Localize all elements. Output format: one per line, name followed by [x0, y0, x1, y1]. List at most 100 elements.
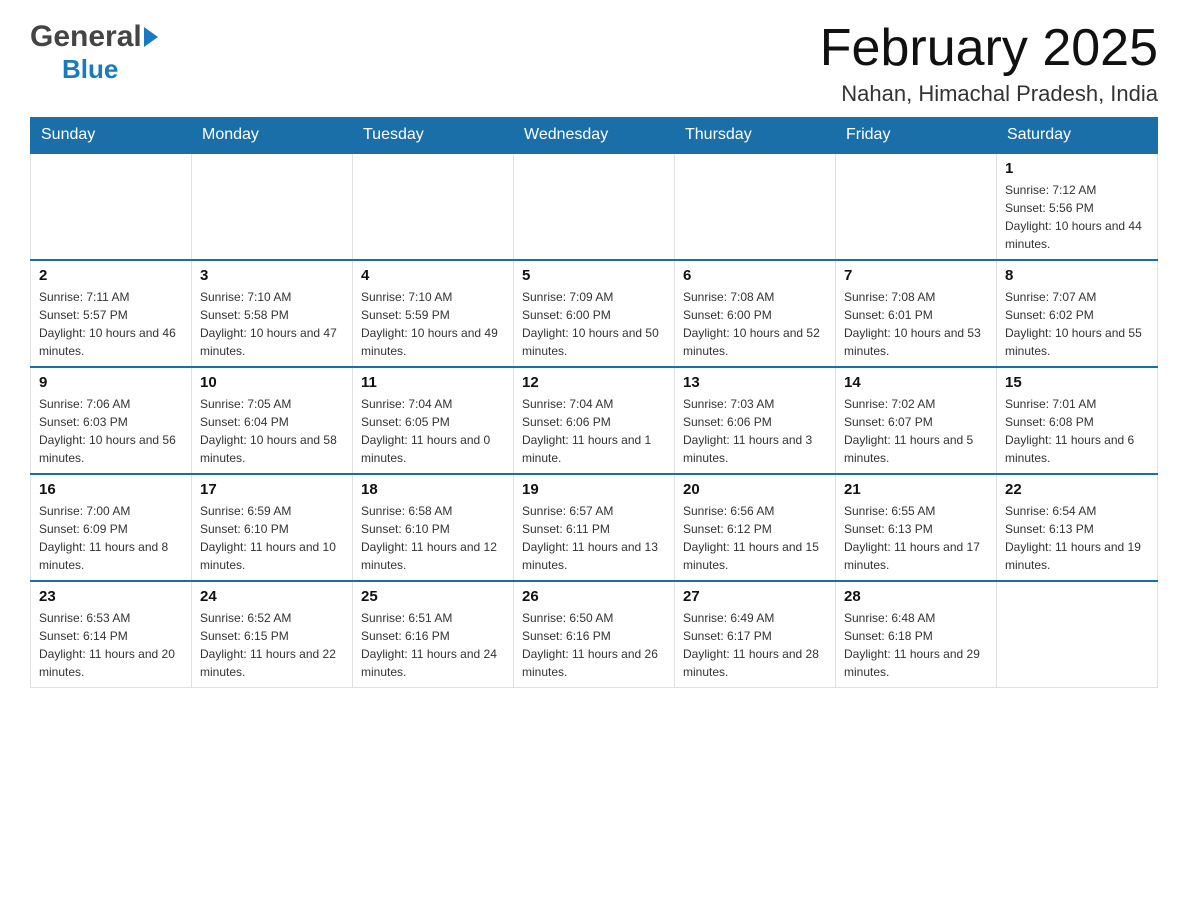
- calendar-cell: 6 Sunrise: 7:08 AM Sunset: 6:00 PM Daylig…: [675, 260, 836, 367]
- day-info: Sunrise: 6:50 AM Sunset: 6:16 PM Dayligh…: [522, 609, 666, 681]
- day-number: 4: [361, 267, 505, 284]
- day-info: Sunrise: 7:03 AM Sunset: 6:06 PM Dayligh…: [683, 395, 827, 467]
- logo-blue-text: Blue: [62, 54, 118, 84]
- day-number: 20: [683, 481, 827, 498]
- day-number: 17: [200, 481, 344, 498]
- day-number: 7: [844, 267, 988, 284]
- day-info: Sunrise: 6:59 AM Sunset: 6:10 PM Dayligh…: [200, 502, 344, 574]
- calendar-cell: 23 Sunrise: 6:53 AM Sunset: 6:14 PM Dayli…: [31, 581, 192, 688]
- day-info: Sunrise: 6:55 AM Sunset: 6:13 PM Dayligh…: [844, 502, 988, 574]
- calendar-header-row: SundayMondayTuesdayWednesdayThursdayFrid…: [31, 118, 1158, 154]
- calendar-cell: [353, 153, 514, 260]
- calendar-cell: 18Sunrise: 6:58 AM Sunset: 6:10 PM Dayli…: [353, 474, 514, 581]
- day-number: 25: [361, 588, 505, 605]
- calendar-cell: [31, 153, 192, 260]
- day-info: Sunrise: 7:08 AM Sunset: 6:01 PM Dayligh…: [844, 288, 988, 360]
- calendar-cell: 24Sunrise: 6:52 AM Sunset: 6:15 PM Dayli…: [192, 581, 353, 688]
- logo-triangle-icon: [144, 27, 158, 47]
- calendar-cell: 16 Sunrise: 7:00 AM Sunset: 6:09 PM Dayli…: [31, 474, 192, 581]
- calendar-cell: 1Sunrise: 7:12 AM Sunset: 5:56 PM Daylig…: [997, 153, 1158, 260]
- calendar-cell: [514, 153, 675, 260]
- location-title: Nahan, Himachal Pradesh, India: [820, 81, 1158, 107]
- day-number: 6: [683, 267, 827, 284]
- calendar-cell: 20 Sunrise: 6:56 AM Sunset: 6:12 PM Dayli…: [675, 474, 836, 581]
- calendar-cell: 25 Sunrise: 6:51 AM Sunset: 6:16 PM Dayli…: [353, 581, 514, 688]
- day-info: Sunrise: 7:11 AM Sunset: 5:57 PM Dayligh…: [39, 288, 183, 360]
- day-number: 19: [522, 481, 666, 498]
- logo-general-text: General: [30, 20, 142, 54]
- calendar-cell: [836, 153, 997, 260]
- day-info: Sunrise: 7:09 AM Sunset: 6:00 PM Dayligh…: [522, 288, 666, 360]
- calendar-cell: 17 Sunrise: 6:59 AM Sunset: 6:10 PM Dayli…: [192, 474, 353, 581]
- calendar-cell: 14Sunrise: 7:02 AM Sunset: 6:07 PM Dayli…: [836, 367, 997, 474]
- calendar-table: SundayMondayTuesdayWednesdayThursdayFrid…: [30, 117, 1158, 688]
- title-block: February 2025 Nahan, Himachal Pradesh, I…: [820, 20, 1158, 107]
- calendar-cell: [192, 153, 353, 260]
- day-info: Sunrise: 6:56 AM Sunset: 6:12 PM Dayligh…: [683, 502, 827, 574]
- calendar-week-row: 9Sunrise: 7:06 AM Sunset: 6:03 PM Daylig…: [31, 367, 1158, 474]
- calendar-cell: 2 Sunrise: 7:11 AM Sunset: 5:57 PM Daylig…: [31, 260, 192, 367]
- calendar-cell: [675, 153, 836, 260]
- day-number: 22: [1005, 481, 1149, 498]
- header-friday: Friday: [836, 118, 997, 154]
- header-monday: Monday: [192, 118, 353, 154]
- day-info: Sunrise: 6:51 AM Sunset: 6:16 PM Dayligh…: [361, 609, 505, 681]
- day-number: 10: [200, 374, 344, 391]
- calendar-week-row: 23 Sunrise: 6:53 AM Sunset: 6:14 PM Dayli…: [31, 581, 1158, 688]
- header-sunday: Sunday: [31, 118, 192, 154]
- day-number: 12: [522, 374, 666, 391]
- day-info: Sunrise: 6:52 AM Sunset: 6:15 PM Dayligh…: [200, 609, 344, 681]
- day-info: Sunrise: 6:57 AM Sunset: 6:11 PM Dayligh…: [522, 502, 666, 574]
- header-saturday: Saturday: [997, 118, 1158, 154]
- calendar-cell: 10 Sunrise: 7:05 AM Sunset: 6:04 PM Dayli…: [192, 367, 353, 474]
- day-number: 28: [844, 588, 988, 605]
- day-number: 8: [1005, 267, 1149, 284]
- day-info: Sunrise: 7:08 AM Sunset: 6:00 PM Dayligh…: [683, 288, 827, 360]
- calendar-cell: 12 Sunrise: 7:04 AM Sunset: 6:06 PM Dayli…: [514, 367, 675, 474]
- calendar-cell: 15Sunrise: 7:01 AM Sunset: 6:08 PM Dayli…: [997, 367, 1158, 474]
- day-info: Sunrise: 7:06 AM Sunset: 6:03 PM Dayligh…: [39, 395, 183, 467]
- month-title: February 2025: [820, 20, 1158, 77]
- day-info: Sunrise: 6:58 AM Sunset: 6:10 PM Dayligh…: [361, 502, 505, 574]
- day-info: Sunrise: 6:48 AM Sunset: 6:18 PM Dayligh…: [844, 609, 988, 681]
- calendar-week-row: 16 Sunrise: 7:00 AM Sunset: 6:09 PM Dayli…: [31, 474, 1158, 581]
- day-number: 13: [683, 374, 827, 391]
- day-number: 15: [1005, 374, 1149, 391]
- day-number: 23: [39, 588, 183, 605]
- header-thursday: Thursday: [675, 118, 836, 154]
- day-info: Sunrise: 7:04 AM Sunset: 6:05 PM Dayligh…: [361, 395, 505, 467]
- day-info: Sunrise: 7:04 AM Sunset: 6:06 PM Dayligh…: [522, 395, 666, 467]
- day-number: 11: [361, 374, 505, 391]
- calendar-week-row: 2 Sunrise: 7:11 AM Sunset: 5:57 PM Daylig…: [31, 260, 1158, 367]
- day-number: 27: [683, 588, 827, 605]
- calendar-cell: 19 Sunrise: 6:57 AM Sunset: 6:11 PM Dayli…: [514, 474, 675, 581]
- calendar-cell: 5 Sunrise: 7:09 AM Sunset: 6:00 PM Daylig…: [514, 260, 675, 367]
- calendar-cell: 13 Sunrise: 7:03 AM Sunset: 6:06 PM Dayli…: [675, 367, 836, 474]
- header-tuesday: Tuesday: [353, 118, 514, 154]
- calendar-cell: 27 Sunrise: 6:49 AM Sunset: 6:17 PM Dayli…: [675, 581, 836, 688]
- day-number: 3: [200, 267, 344, 284]
- day-number: 26: [522, 588, 666, 605]
- calendar-cell: 26 Sunrise: 6:50 AM Sunset: 6:16 PM Dayli…: [514, 581, 675, 688]
- page-header: General Blue February 2025 Nahan, Himach…: [30, 20, 1158, 107]
- day-info: Sunrise: 7:05 AM Sunset: 6:04 PM Dayligh…: [200, 395, 344, 467]
- calendar-cell: 3 Sunrise: 7:10 AM Sunset: 5:58 PM Daylig…: [192, 260, 353, 367]
- calendar-cell: 21 Sunrise: 6:55 AM Sunset: 6:13 PM Dayli…: [836, 474, 997, 581]
- day-info: Sunrise: 6:54 AM Sunset: 6:13 PM Dayligh…: [1005, 502, 1149, 574]
- day-number: 2: [39, 267, 183, 284]
- day-info: Sunrise: 7:10 AM Sunset: 5:59 PM Dayligh…: [361, 288, 505, 360]
- day-number: 16: [39, 481, 183, 498]
- day-info: Sunrise: 7:10 AM Sunset: 5:58 PM Dayligh…: [200, 288, 344, 360]
- calendar-cell: 22 Sunrise: 6:54 AM Sunset: 6:13 PM Dayli…: [997, 474, 1158, 581]
- calendar-cell: [997, 581, 1158, 688]
- day-info: Sunrise: 7:00 AM Sunset: 6:09 PM Dayligh…: [39, 502, 183, 574]
- logo: General Blue: [30, 20, 158, 85]
- day-number: 5: [522, 267, 666, 284]
- calendar-cell: 11 Sunrise: 7:04 AM Sunset: 6:05 PM Dayli…: [353, 367, 514, 474]
- day-number: 21: [844, 481, 988, 498]
- calendar-cell: 9Sunrise: 7:06 AM Sunset: 6:03 PM Daylig…: [31, 367, 192, 474]
- day-info: Sunrise: 7:12 AM Sunset: 5:56 PM Dayligh…: [1005, 181, 1149, 253]
- calendar-cell: 7 Sunrise: 7:08 AM Sunset: 6:01 PM Daylig…: [836, 260, 997, 367]
- day-info: Sunrise: 6:53 AM Sunset: 6:14 PM Dayligh…: [39, 609, 183, 681]
- day-info: Sunrise: 6:49 AM Sunset: 6:17 PM Dayligh…: [683, 609, 827, 681]
